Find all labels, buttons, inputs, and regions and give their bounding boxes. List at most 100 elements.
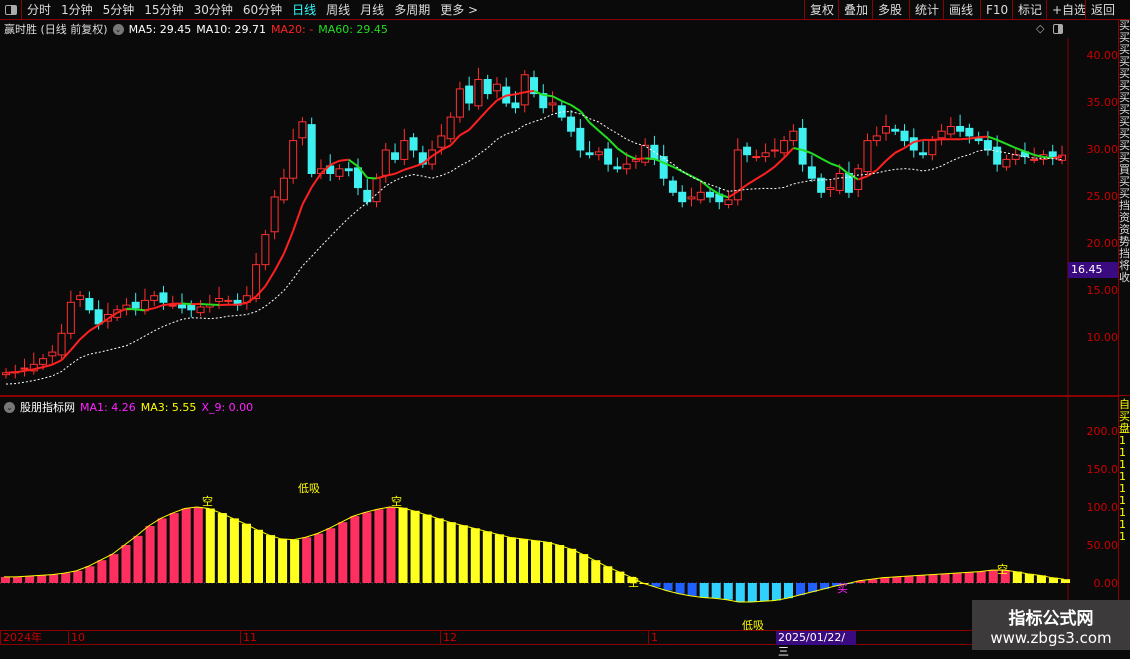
candle-body [771,150,778,151]
candle-body [975,139,982,141]
candle-body [920,153,927,155]
candle-body [447,117,454,139]
ma20-line [747,179,756,185]
date-tick: 12 [440,631,457,645]
indicator-bar [941,574,950,583]
signal-label: 空 [997,561,1008,577]
candle-body [753,157,760,158]
ma20-line [15,371,24,372]
candle-body [521,75,528,105]
indicator-bar [977,572,986,583]
candle-body [299,122,306,138]
indicator-bar [37,575,46,583]
candle-body [493,84,500,91]
indicator-bar [664,583,673,591]
ma20-line [766,167,775,174]
ma20-line [293,205,302,231]
ma20-line [377,176,386,179]
side-text-lower: 自买盘111111111 [1119,395,1130,543]
indicator-bar [447,522,456,583]
ma20-line [571,105,580,111]
ma20-line [506,94,515,95]
ma20-line [617,148,626,155]
indicator-bar [134,536,143,583]
date-tick: 2024年 [0,631,42,645]
indicator-bar [266,535,275,583]
indicator-bar [314,534,323,583]
price-tick: 10.00 [1068,331,1118,344]
side-text: 买买买买买买买买买买买买買买买挡资资势挡将收 [1119,20,1130,395]
indicator-bar [579,554,588,583]
indicator-bar [507,537,516,583]
candle-body [707,192,714,197]
indicator-bar [929,575,938,583]
date-axis: 2024年1011121 [0,630,1068,645]
candle-body [577,128,584,150]
ma20-line [265,271,274,286]
indicator-bar [748,583,757,602]
candle-body [132,302,139,308]
candle-body [725,200,732,205]
ma20-line [886,153,895,161]
ma20-line [553,96,562,101]
ma20-line [932,139,941,140]
candle-body [77,296,84,300]
ma20-line [404,167,413,170]
indicator-bar [109,554,118,583]
candle-body [697,192,704,200]
ma20-line [330,161,339,165]
indicator-bar [146,526,155,583]
indicator-bar [302,537,311,583]
indicator-bar [1025,574,1034,583]
candle-body [290,141,297,179]
indicator-bar [182,509,191,583]
chevron-down-icon[interactable]: ⌄ [4,402,15,413]
indicator-bar [230,518,239,583]
indicator-bar [760,583,769,601]
ma20-line [997,140,1006,144]
indicator-bar [386,507,395,583]
ma20-line [590,122,599,130]
candle-body [345,169,352,171]
candle-body [373,178,380,202]
candle-body [410,138,417,150]
ma20-line [1016,148,1025,152]
candle-body [1049,152,1056,158]
candle-body [58,333,65,355]
ma20-line [979,137,988,138]
candle-body [86,299,93,310]
ma20-line [1006,144,1015,148]
indicator-bar [423,515,432,583]
ma20-line [691,176,700,181]
indicator-bar [772,583,781,600]
candle-body [568,117,575,131]
ma20-line [1053,157,1062,158]
price-tick: 25.00 [1068,190,1118,203]
candle-body [762,153,769,157]
indicator-bar [712,583,721,598]
indicator-bar [1,577,10,583]
ma20-line [154,305,163,308]
candle-body [744,147,751,155]
candle-body [475,80,482,106]
candle-body [586,153,593,155]
ma20-line [395,170,404,174]
indicator-name: 股朋指标网 [20,399,75,415]
signal-label: 空 [391,493,402,509]
kline-chart[interactable] [0,0,1130,650]
indicator-bar [350,516,359,583]
ma20-line [877,161,886,170]
indicator-bar [338,522,347,583]
ma20-line [71,339,80,350]
indicator-bar [471,528,480,583]
indicator-bar [97,560,106,583]
indicator-bar [784,583,793,598]
candle-body [1031,159,1038,160]
candle-body [1003,159,1010,167]
indicator-bar [965,572,974,583]
candle-body [808,167,815,178]
ma1-value: MA1: 4.26 [80,401,136,414]
ma20-line [43,365,52,368]
candle-body [790,131,797,140]
ma20-line [182,303,191,304]
